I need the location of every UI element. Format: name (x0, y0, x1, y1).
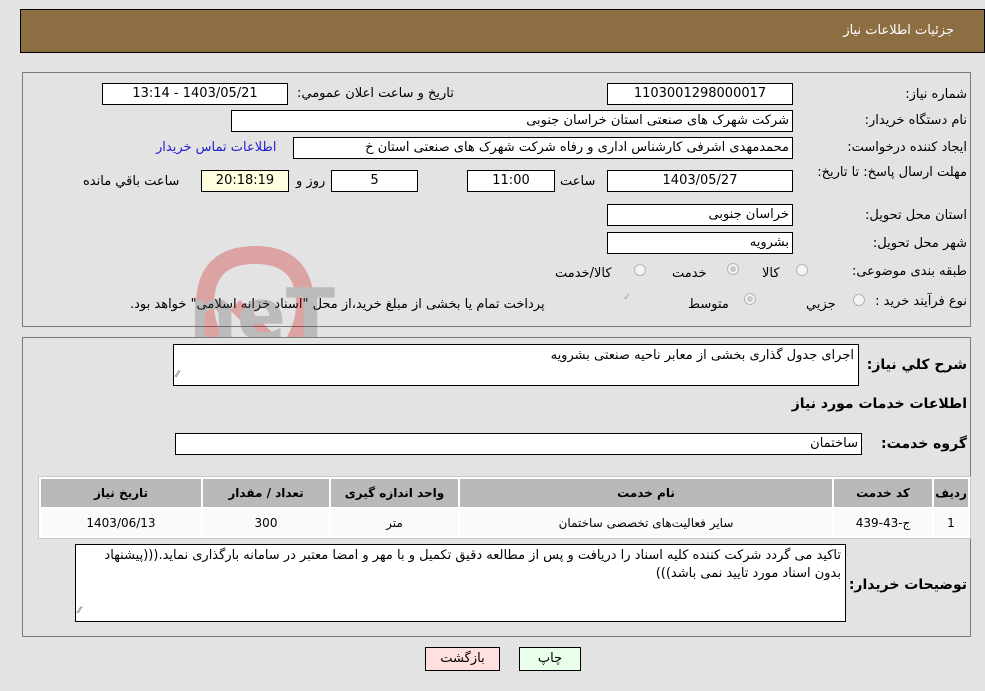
services-table: ردیف کد خدمت نام خدمت واحد اندازه گیری ت… (38, 476, 971, 539)
buyer-notes-textarea[interactable]: تاکید می گردد شرکت کننده کلیه اسناد را د… (75, 544, 846, 622)
description-textarea[interactable]: اجرای جدول گذاری بخشی از معابر ناحیه صنع… (173, 344, 859, 386)
col-need-date: تاریخ نیاز (41, 479, 201, 507)
services-section-title: اطلاعات خدمات مورد نیاز (791, 396, 967, 412)
deadline-time-label: ساعت (560, 174, 596, 189)
city-field: بشرویه (607, 232, 793, 254)
announce-label: تاریخ و ساعت اعلان عمومي: (297, 86, 454, 101)
payment-note: پرداخت تمام یا بخشی از مبلغ خرید،از محل … (130, 297, 545, 312)
resize-grip-icon[interactable]: ⁄⁄ (176, 366, 179, 384)
deadline-time-field: 11:00 (467, 170, 555, 192)
need-number-field: 1103001298000017 (607, 83, 793, 105)
cell-need-date: 1403/06/13 (41, 509, 201, 536)
buyer-notes-text: تاکید می گردد شرکت کننده کلیه اسناد را د… (104, 548, 841, 581)
col-unit: واحد اندازه گیری (331, 479, 458, 507)
service-group-label: گروه خدمت: (881, 436, 967, 452)
back-button[interactable]: بازگشت (425, 647, 500, 671)
process-radio-minor[interactable] (853, 294, 865, 306)
deadline-date-field: 1403/05/27 (607, 170, 793, 192)
province-field: خراسان جنوبی (607, 204, 793, 226)
table-header-row: ردیف کد خدمت نام خدمت واحد اندازه گیری ت… (41, 479, 968, 507)
category-radio-goods[interactable] (796, 264, 808, 276)
col-row-number: ردیف (934, 479, 968, 507)
process-option-medium: متوسط (688, 297, 729, 312)
city-label: شهر محل تحویل: (872, 236, 967, 251)
table-row: 1 ج-43-439 سایر فعالیت‌های تخصصی ساختمان… (41, 509, 968, 536)
cell-unit: متر (331, 509, 458, 536)
resize-grip-icon[interactable]: ⁄⁄ (78, 602, 81, 620)
category-label: طبقه بندی موضوعی: (851, 264, 967, 279)
cell-service-code: ج-43-439 (834, 509, 932, 536)
description-label: شرح کلي نياز: (866, 357, 967, 373)
col-service-name: نام خدمت (460, 479, 832, 507)
description-text: اجرای جدول گذاری بخشی از معابر ناحیه صنع… (550, 348, 854, 363)
creator-field: محمدمهدی اشرفی کارشناس اداری و رفاه شرکت… (293, 137, 793, 159)
process-option-minor: جزيي (806, 297, 836, 312)
cell-row-number: 1 (934, 509, 968, 536)
col-quantity: تعداد / مقدار (203, 479, 329, 507)
remaining-label: ساعت باقي مانده (83, 174, 180, 189)
category-radio-goods-service[interactable] (634, 264, 646, 276)
announce-datetime-field: 1403/05/21 - 13:14 (102, 83, 288, 105)
process-radio-medium[interactable] (744, 293, 756, 305)
category-radio-service[interactable] (727, 263, 739, 275)
province-label: استان محل تحویل: (865, 208, 967, 223)
days-label: روز و (296, 174, 326, 189)
process-label: نوع فرآیند خرید : (875, 294, 967, 309)
category-option-goods-service: کالا/خدمت (555, 266, 612, 281)
buyer-org-field: شرکت شهرک های صنعتی استان خراسان جنوبی (231, 110, 793, 132)
days-remaining-field: 5 (331, 170, 418, 192)
deadline-label: مهلت ارسال پاسخ: تا تاریخ: (817, 165, 967, 180)
service-group-field: ساختمان (175, 433, 862, 455)
creator-label: ایجاد کننده درخواست: (847, 140, 967, 155)
category-option-service: خدمت (672, 266, 707, 281)
cell-service-name: سایر فعالیت‌های تخصصی ساختمان (460, 509, 832, 536)
remaining-time-field: 20:18:19 (201, 170, 289, 192)
cell-quantity: 300 (203, 509, 329, 536)
col-service-code: کد خدمت (834, 479, 932, 507)
need-number-label: شماره نیاز: (905, 87, 967, 102)
print-button[interactable]: چاپ (519, 647, 581, 671)
buyer-contact-link[interactable]: اطلاعات تماس خریدار (156, 140, 276, 155)
page-title: جزئیات اطلاعات نیاز (843, 23, 954, 38)
buyer-org-label: نام دستگاه خریدار: (864, 113, 967, 128)
buyer-notes-label: توضیحات خریدار: (848, 577, 967, 593)
services-table-wrapper: ردیف کد خدمت نام خدمت واحد اندازه گیری ت… (38, 476, 971, 539)
category-option-goods: کالا (762, 266, 780, 281)
checkmark-icon: ✓ (623, 292, 632, 303)
page-header: جزئیات اطلاعات نیاز (20, 9, 985, 53)
